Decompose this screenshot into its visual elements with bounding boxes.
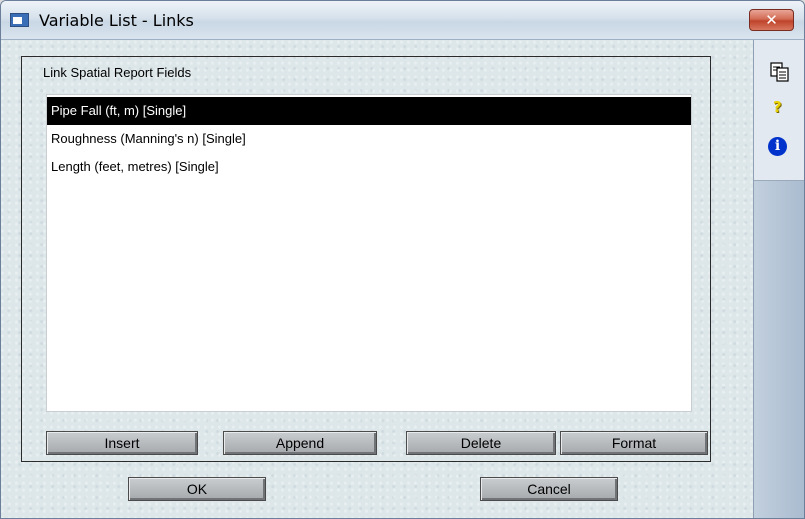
side-toolbar: ? i (753, 40, 804, 518)
ok-button[interactable]: OK (128, 477, 266, 501)
append-button[interactable]: Append (223, 431, 377, 455)
list-item[interactable]: Roughness (Manning's n) [Single] (47, 125, 691, 153)
insert-button[interactable]: Insert (46, 431, 198, 455)
delete-button[interactable]: Delete (406, 431, 556, 455)
dialog-window: Variable List - Links ✕ Link Spatial Rep… (0, 0, 805, 519)
report-fields-group: Link Spatial Report Fields Pipe Fall (ft… (21, 56, 711, 462)
group-label: Link Spatial Report Fields (43, 65, 192, 80)
side-toolbar-panel: ? i (754, 40, 804, 181)
help-icon[interactable]: ? (773, 98, 782, 116)
list-item[interactable]: Length (feet, metres) [Single] (47, 153, 691, 181)
info-icon[interactable]: i (768, 137, 787, 156)
title-bar[interactable]: Variable List - Links ✕ (1, 1, 804, 40)
copy-icon[interactable] (770, 62, 790, 85)
cancel-button[interactable]: Cancel (480, 477, 618, 501)
fields-listbox[interactable]: Pipe Fall (ft, m) [Single] Roughness (Ma… (46, 94, 692, 412)
window-title: Variable List - Links (39, 11, 194, 30)
format-button[interactable]: Format (560, 431, 708, 455)
close-button[interactable]: ✕ (749, 9, 794, 31)
app-icon (10, 13, 29, 27)
dialog-body: Link Spatial Report Fields Pipe Fall (ft… (1, 40, 753, 518)
list-item[interactable]: Pipe Fall (ft, m) [Single] (47, 97, 691, 125)
